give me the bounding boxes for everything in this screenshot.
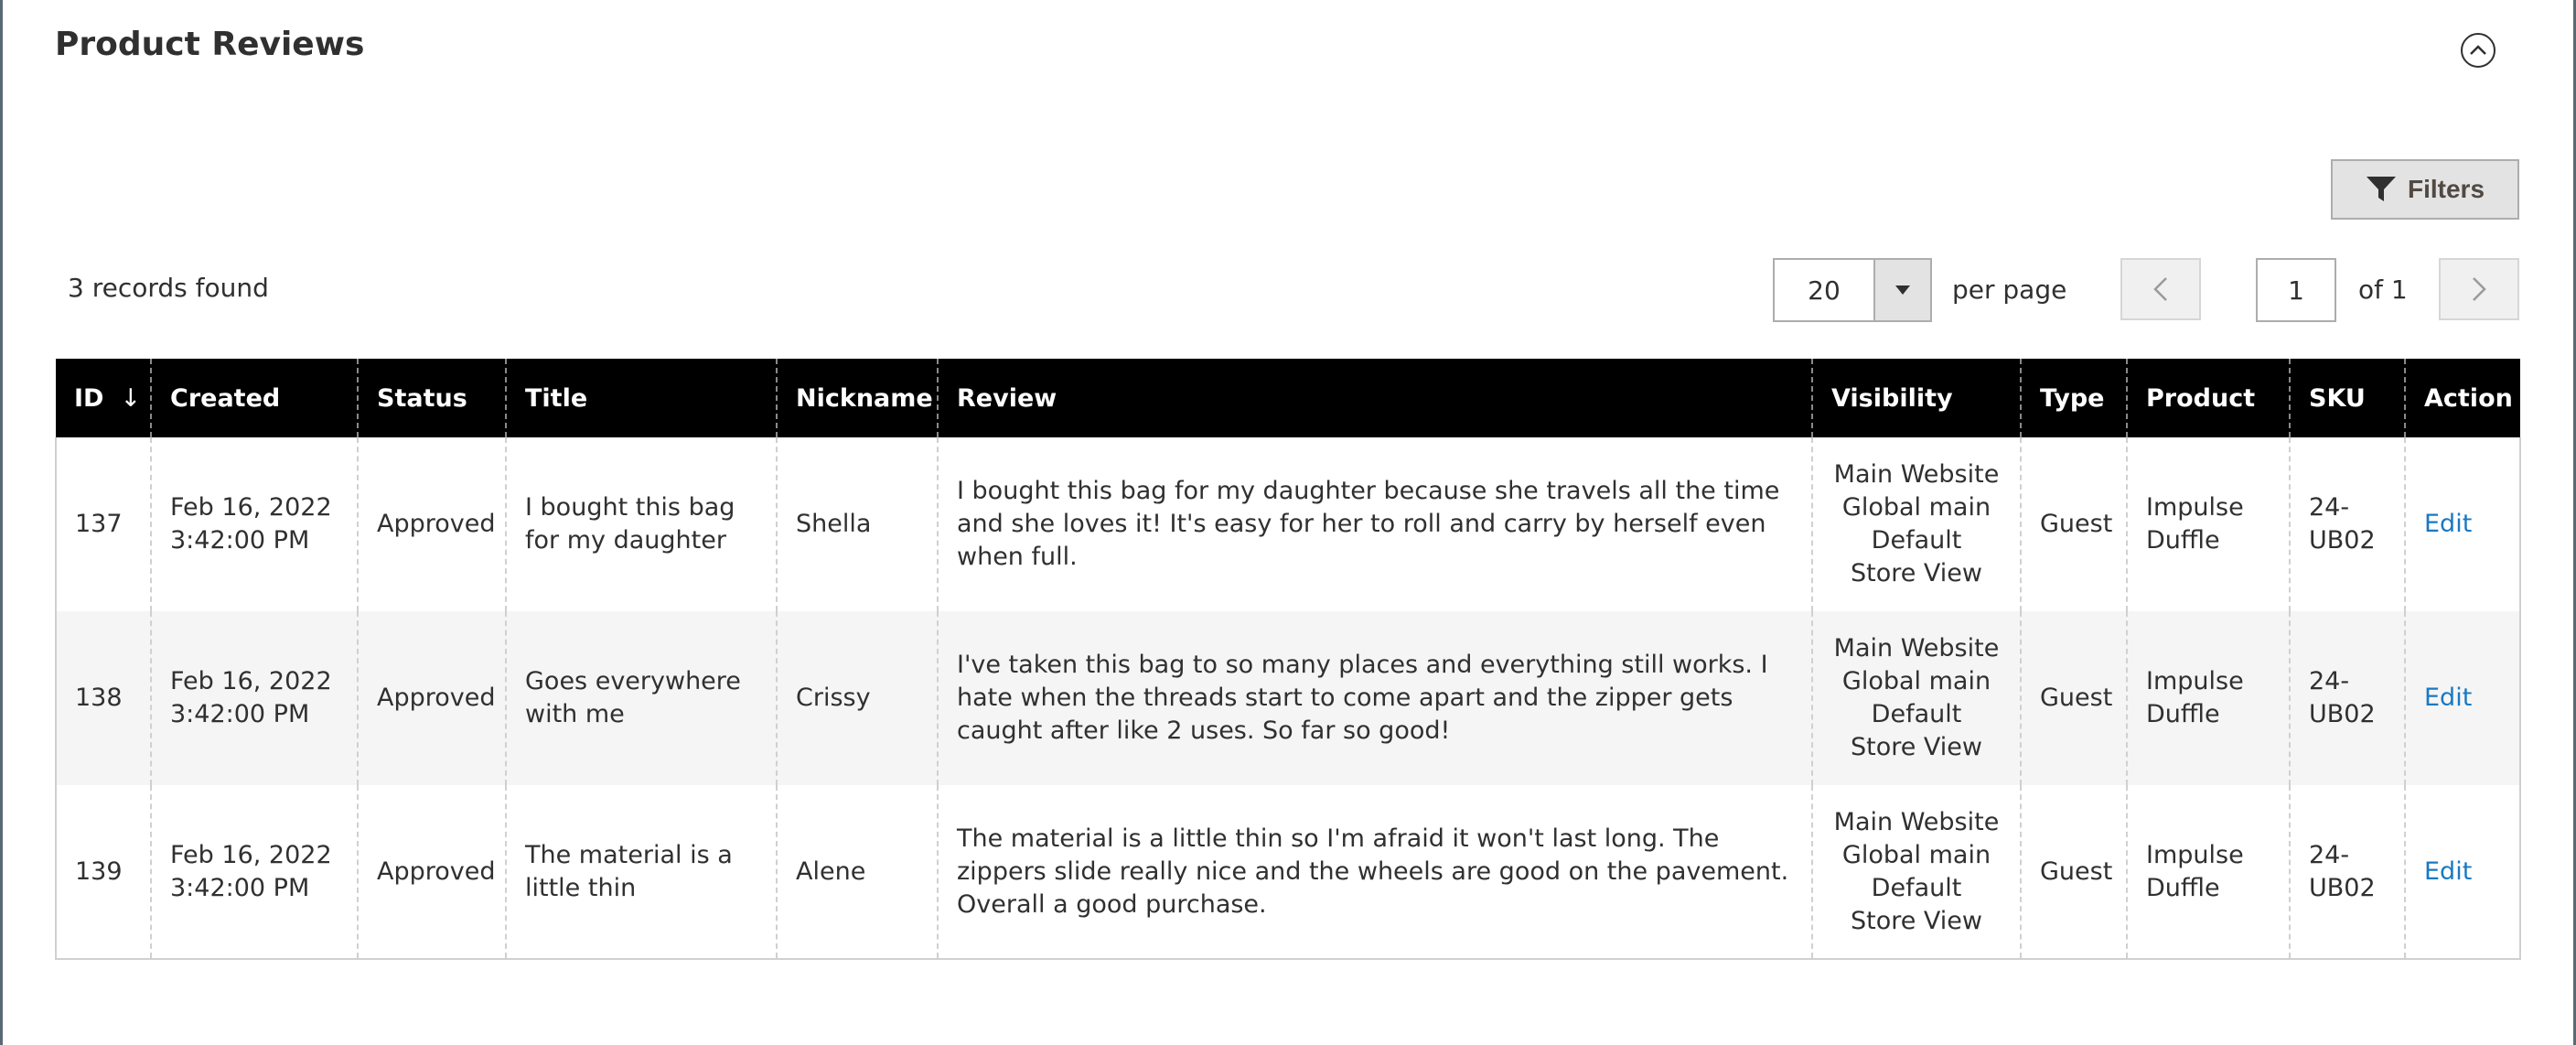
created-time: 3:42:00 PM — [170, 873, 310, 902]
records-found: 3 records found — [68, 273, 269, 303]
page-count: of 1 — [2358, 275, 2408, 305]
created-time: 3:42:00 PM — [170, 526, 310, 555]
column-header-visibility[interactable]: Visibility — [1811, 359, 2021, 437]
table-row: 139 Feb 16, 2022 3:42:00 PM Approved The mat… — [55, 785, 2521, 960]
created-time: 3:42:00 PM — [170, 700, 310, 728]
visibility-line: Main Website — [1833, 460, 2000, 489]
chevron-right-icon — [2473, 277, 2486, 301]
cell-status: Approved — [357, 611, 506, 785]
edit-link[interactable]: Edit — [2424, 684, 2472, 712]
cell-product: Impulse Duffle — [2126, 437, 2290, 611]
reviews-grid: ID ↓ Created Status Title Nickname Review… — [55, 359, 2521, 960]
visibility-line: Store View — [1850, 733, 1983, 761]
cell-review: I've taken this bag to so many places an… — [937, 611, 1812, 785]
visibility-line: Store View — [1850, 906, 1983, 935]
visibility-line: Global main — [1841, 493, 1991, 522]
cell-sku: 24-UB02 — [2289, 785, 2405, 960]
cell-product: Impulse Duffle — [2126, 611, 2290, 785]
per-page-dropdown-toggle[interactable] — [1873, 260, 1930, 320]
cell-type: Guest — [2020, 785, 2127, 960]
visibility-line: Global main — [1841, 840, 1991, 869]
created-date: Feb 16, 2022 — [170, 667, 332, 695]
left-border — [0, 0, 3, 1045]
column-header-nickname[interactable]: Nickname — [776, 359, 938, 437]
collapse-button[interactable] — [2461, 33, 2496, 68]
cell-visibility: Main Website Global main Default Store View — [1811, 437, 2021, 611]
column-header-review[interactable]: Review — [937, 359, 1812, 437]
visibility-line: Default — [1871, 700, 1962, 728]
next-page-button[interactable] — [2439, 258, 2519, 320]
chevron-left-icon — [2153, 277, 2167, 301]
grid-header-row: ID ↓ Created Status Title Nickname Review… — [56, 359, 2520, 437]
column-header-title[interactable]: Title — [505, 359, 777, 437]
cell-id: 137 — [55, 437, 151, 611]
cell-action: Edit — [2404, 611, 2521, 785]
visibility-line: Default — [1871, 526, 1962, 555]
caret-down-icon — [1895, 285, 1910, 295]
cell-visibility: Main Website Global main Default Store View — [1811, 611, 2021, 785]
funnel-icon — [2366, 177, 2396, 201]
visibility-line: Store View — [1850, 559, 1983, 587]
cell-action: Edit — [2404, 437, 2521, 611]
column-header-status[interactable]: Status — [357, 359, 506, 437]
column-header-created[interactable]: Created — [150, 359, 358, 437]
visibility-line: Global main — [1841, 667, 1991, 695]
cell-status: Approved — [357, 785, 506, 960]
table-row: 138 Feb 16, 2022 3:42:00 PM Approved Goes ev… — [55, 611, 2521, 785]
cell-created: Feb 16, 2022 3:42:00 PM — [150, 611, 358, 785]
cell-visibility: Main Website Global main Default Store View — [1811, 785, 2021, 960]
per-page-select[interactable]: 20 — [1773, 258, 1932, 322]
column-header-type[interactable]: Type — [2020, 359, 2127, 437]
cell-nickname: Alene — [776, 785, 938, 960]
cell-product: Impulse Duffle — [2126, 785, 2290, 960]
per-page-value: 20 — [1808, 275, 1841, 306]
visibility-line: Default — [1871, 873, 1962, 902]
column-header-sku[interactable]: SKU — [2289, 359, 2405, 437]
column-header-action: Action — [2404, 359, 2520, 437]
sort-arrow-icon: ↓ — [120, 383, 142, 413]
created-date: Feb 16, 2022 — [170, 840, 332, 869]
section-title: Product Reviews — [55, 26, 365, 63]
table-row: 137 Feb 16, 2022 3:42:00 PM Approved I bough… — [55, 437, 2521, 611]
cell-sku: 24-UB02 — [2289, 611, 2405, 785]
column-header-product[interactable]: Product — [2126, 359, 2290, 437]
cell-created: Feb 16, 2022 3:42:00 PM — [150, 785, 358, 960]
filters-label: Filters — [2407, 175, 2485, 203]
cell-status: Approved — [357, 437, 506, 611]
cell-type: Guest — [2020, 611, 2127, 785]
created-date: Feb 16, 2022 — [170, 493, 332, 522]
cell-id: 138 — [55, 611, 151, 785]
cell-created: Feb 16, 2022 3:42:00 PM — [150, 437, 358, 611]
cell-review: The material is a little thin so I'm afr… — [937, 785, 1812, 960]
chevron-up-circle-icon — [2470, 45, 2486, 55]
cell-nickname: Shella — [776, 437, 938, 611]
page-number-input[interactable]: 1 — [2256, 258, 2336, 322]
visibility-line: Main Website — [1833, 807, 2000, 836]
cell-review: I bought this bag for my daughter becaus… — [937, 437, 1812, 611]
edit-link[interactable]: Edit — [2424, 510, 2472, 538]
cell-nickname: Crissy — [776, 611, 938, 785]
cell-type: Guest — [2020, 437, 2127, 611]
cell-title: The material is a little thin — [505, 785, 777, 960]
cell-sku: 24-UB02 — [2289, 437, 2405, 611]
visibility-line: Main Website — [1833, 634, 2000, 663]
cell-title: Goes everywhere with me — [505, 611, 777, 785]
per-page-label: per page — [1952, 275, 2067, 305]
column-header-id[interactable]: ID ↓ — [56, 359, 151, 437]
cell-title: I bought this bag for my daughter — [505, 437, 777, 611]
previous-page-button[interactable] — [2120, 258, 2201, 320]
filters-button[interactable]: Filters — [2331, 159, 2519, 220]
edit-link[interactable]: Edit — [2424, 857, 2472, 886]
cell-action: Edit — [2404, 785, 2521, 960]
cell-id: 139 — [55, 785, 151, 960]
